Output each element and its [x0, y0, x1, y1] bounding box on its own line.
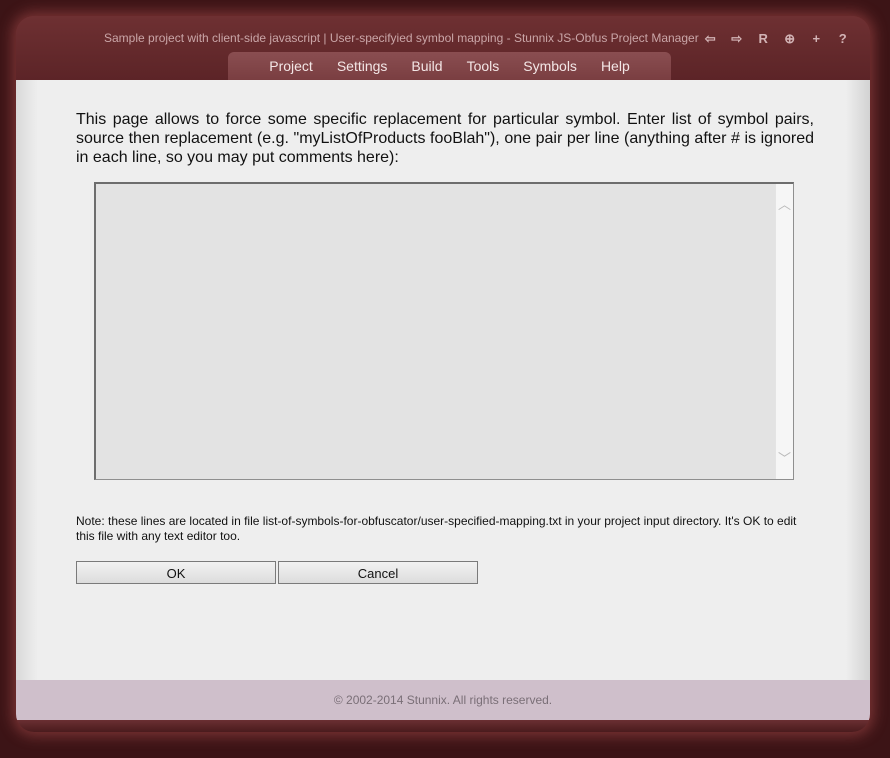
footer: © 2002-2014 Stunnix. All rights reserved…	[16, 680, 870, 720]
intro-text: This page allows to force some specific …	[76, 111, 814, 166]
menu-item-symbols[interactable]: Symbols	[511, 52, 589, 80]
forward-icon[interactable]: ⇨	[724, 28, 751, 50]
ok-button[interactable]: OK	[76, 561, 276, 584]
copyright-text: © 2002-2014 Stunnix. All rights reserved…	[333, 693, 553, 707]
note-text: Note: these lines are located in file li…	[76, 514, 797, 543]
window-bottom-edge	[16, 720, 870, 732]
menu-bar: Project Settings Build Tools Symbols Hel…	[228, 52, 671, 80]
vertical-scrollbar[interactable]: ︿ ﹀	[775, 184, 793, 479]
help-icon[interactable]: ?	[830, 28, 857, 50]
scroll-up-icon[interactable]: ︿	[776, 196, 793, 213]
app-window: Sample project with client-side javascri…	[16, 16, 870, 732]
back-icon[interactable]: ⇦	[697, 28, 724, 50]
menu-item-project[interactable]: Project	[257, 52, 325, 80]
cancel-button[interactable]: Cancel	[278, 561, 478, 584]
reload-icon[interactable]: R	[750, 28, 777, 50]
menu-item-help[interactable]: Help	[589, 52, 642, 80]
mapping-editor: ︿ ﹀	[94, 182, 794, 480]
plus-icon[interactable]: +	[803, 28, 830, 50]
mapping-textarea[interactable]	[96, 184, 776, 478]
title-bar: Sample project with client-side javascri…	[16, 16, 870, 80]
main-content: This page allows to force some specific …	[16, 80, 870, 680]
menu-item-build[interactable]: Build	[399, 52, 454, 80]
zoom-in-icon[interactable]: ⊕	[777, 28, 804, 50]
title-controls: ⇦ ⇨ R ⊕ + ?	[697, 28, 856, 50]
menu-item-settings[interactable]: Settings	[325, 52, 400, 80]
window-title: Sample project with client-side javascri…	[104, 31, 699, 45]
menu-item-tools[interactable]: Tools	[455, 52, 512, 80]
scroll-down-icon[interactable]: ﹀	[776, 450, 793, 467]
